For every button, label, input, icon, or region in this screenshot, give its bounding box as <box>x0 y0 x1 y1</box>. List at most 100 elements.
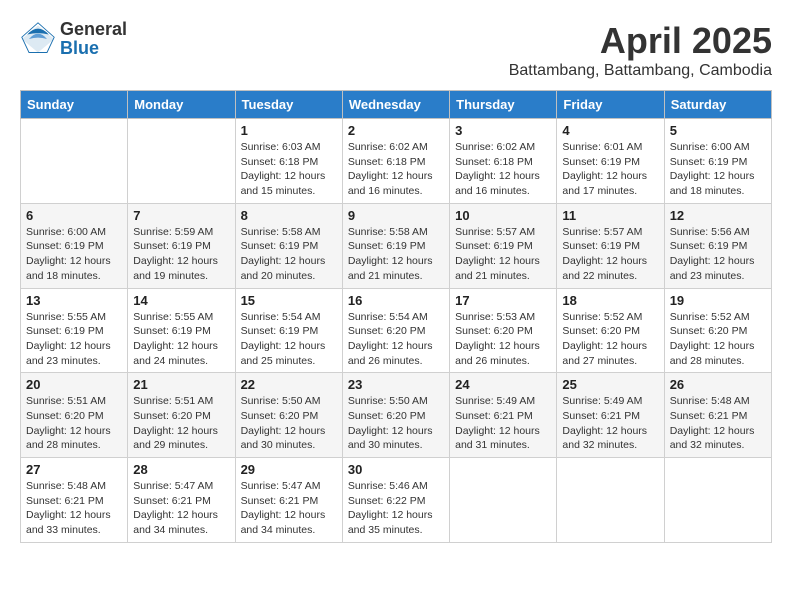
day-info: Sunrise: 5:57 AM Sunset: 6:19 PM Dayligh… <box>455 225 551 284</box>
calendar-day-cell: 10 Sunrise: 5:57 AM Sunset: 6:19 PM Dayli… <box>450 203 557 288</box>
calendar-day-cell: 16 Sunrise: 5:54 AM Sunset: 6:20 PM Dayli… <box>342 288 449 373</box>
day-info: Sunrise: 5:49 AM Sunset: 6:21 PM Dayligh… <box>562 394 658 453</box>
calendar-day-cell: 28 Sunrise: 5:47 AM Sunset: 6:21 PM Dayli… <box>128 458 235 543</box>
day-number: 23 <box>348 377 444 392</box>
day-info: Sunrise: 5:46 AM Sunset: 6:22 PM Dayligh… <box>348 479 444 538</box>
day-of-week-header: Friday <box>557 91 664 119</box>
day-info: Sunrise: 5:47 AM Sunset: 6:21 PM Dayligh… <box>133 479 229 538</box>
calendar-day-cell: 27 Sunrise: 5:48 AM Sunset: 6:21 PM Dayli… <box>21 458 128 543</box>
day-info: Sunrise: 6:00 AM Sunset: 6:19 PM Dayligh… <box>26 225 122 284</box>
calendar-day-cell: 22Sunrise: 5:50 AM Sunset: 6:20 PM Dayli… <box>235 373 342 458</box>
day-info: Sunrise: 5:59 AM Sunset: 6:19 PM Dayligh… <box>133 225 229 284</box>
day-info: Sunrise: 5:52 AM Sunset: 6:20 PM Dayligh… <box>670 310 766 369</box>
day-info: Sunrise: 5:51 AM Sunset: 6:20 PM Dayligh… <box>26 394 122 453</box>
calendar-day-cell: 18 Sunrise: 5:52 AM Sunset: 6:20 PM Dayli… <box>557 288 664 373</box>
logo-blue: Blue <box>60 38 99 58</box>
day-info: Sunrise: 5:55 AM Sunset: 6:19 PM Dayligh… <box>133 310 229 369</box>
calendar-empty-cell <box>21 119 128 204</box>
day-info: Sunrise: 6:02 AM Sunset: 6:18 PM Dayligh… <box>348 140 444 199</box>
day-number: 7 <box>133 208 229 223</box>
day-number: 22 <box>241 377 337 392</box>
calendar-week-row: 6 Sunrise: 6:00 AM Sunset: 6:19 PM Daylig… <box>21 203 772 288</box>
day-info: Sunrise: 5:49 AM Sunset: 6:21 PM Dayligh… <box>455 394 551 453</box>
day-info: Sunrise: 6:00 AM Sunset: 6:19 PM Dayligh… <box>670 140 766 199</box>
calendar-day-cell: 26Sunrise: 5:48 AM Sunset: 6:21 PM Dayli… <box>664 373 771 458</box>
day-number: 10 <box>455 208 551 223</box>
calendar-day-cell: 29 Sunrise: 5:47 AM Sunset: 6:21 PM Dayli… <box>235 458 342 543</box>
calendar-empty-cell <box>664 458 771 543</box>
calendar-day-cell: 15Sunrise: 5:54 AM Sunset: 6:19 PM Dayli… <box>235 288 342 373</box>
day-number: 19 <box>670 293 766 308</box>
calendar-day-cell: 30 Sunrise: 5:46 AM Sunset: 6:22 PM Dayli… <box>342 458 449 543</box>
calendar-day-cell: 2 Sunrise: 6:02 AM Sunset: 6:18 PM Daylig… <box>342 119 449 204</box>
day-info: Sunrise: 5:52 AM Sunset: 6:20 PM Dayligh… <box>562 310 658 369</box>
day-number: 8 <box>241 208 337 223</box>
day-number: 25 <box>562 377 658 392</box>
calendar-empty-cell <box>450 458 557 543</box>
day-number: 21 <box>133 377 229 392</box>
calendar-day-cell: 20 Sunrise: 5:51 AM Sunset: 6:20 PM Dayli… <box>21 373 128 458</box>
day-number: 6 <box>26 208 122 223</box>
day-number: 28 <box>133 462 229 477</box>
calendar-title: April 2025 <box>509 20 772 62</box>
day-number: 26 <box>670 377 766 392</box>
calendar-day-cell: 17 Sunrise: 5:53 AM Sunset: 6:20 PM Dayli… <box>450 288 557 373</box>
day-info: Sunrise: 5:58 AM Sunset: 6:19 PM Dayligh… <box>241 225 337 284</box>
calendar-day-cell: 5Sunrise: 6:00 AM Sunset: 6:19 PM Daylig… <box>664 119 771 204</box>
calendar-week-row: 27 Sunrise: 5:48 AM Sunset: 6:21 PM Dayli… <box>21 458 772 543</box>
day-number: 29 <box>241 462 337 477</box>
day-number: 2 <box>348 123 444 138</box>
calendar-day-cell: 11 Sunrise: 5:57 AM Sunset: 6:19 PM Dayli… <box>557 203 664 288</box>
day-number: 15 <box>241 293 337 308</box>
day-info: Sunrise: 5:53 AM Sunset: 6:20 PM Dayligh… <box>455 310 551 369</box>
calendar-day-cell: 13 Sunrise: 5:55 AM Sunset: 6:19 PM Dayli… <box>21 288 128 373</box>
calendar-day-cell: 4Sunrise: 6:01 AM Sunset: 6:19 PM Daylig… <box>557 119 664 204</box>
calendar-day-cell: 1Sunrise: 6:03 AM Sunset: 6:18 PM Daylig… <box>235 119 342 204</box>
day-of-week-header: Saturday <box>664 91 771 119</box>
calendar-week-row: 20 Sunrise: 5:51 AM Sunset: 6:20 PM Dayli… <box>21 373 772 458</box>
calendar-subtitle: Battambang, Battambang, Cambodia <box>509 62 772 80</box>
day-info: Sunrise: 5:58 AM Sunset: 6:19 PM Dayligh… <box>348 225 444 284</box>
day-number: 12 <box>670 208 766 223</box>
day-info: Sunrise: 5:56 AM Sunset: 6:19 PM Dayligh… <box>670 225 766 284</box>
day-number: 4 <box>562 123 658 138</box>
day-number: 27 <box>26 462 122 477</box>
calendar-day-cell: 6 Sunrise: 6:00 AM Sunset: 6:19 PM Daylig… <box>21 203 128 288</box>
calendar-day-cell: 25 Sunrise: 5:49 AM Sunset: 6:21 PM Dayli… <box>557 373 664 458</box>
day-number: 13 <box>26 293 122 308</box>
day-of-week-header: Tuesday <box>235 91 342 119</box>
logo: General Blue <box>20 20 127 58</box>
calendar-day-cell: 7 Sunrise: 5:59 AM Sunset: 6:19 PM Daylig… <box>128 203 235 288</box>
day-of-week-header: Thursday <box>450 91 557 119</box>
calendar-day-cell: 14Sunrise: 5:55 AM Sunset: 6:19 PM Dayli… <box>128 288 235 373</box>
day-info: Sunrise: 5:48 AM Sunset: 6:21 PM Dayligh… <box>26 479 122 538</box>
day-number: 20 <box>26 377 122 392</box>
calendar-week-row: 1Sunrise: 6:03 AM Sunset: 6:18 PM Daylig… <box>21 119 772 204</box>
calendar-empty-cell <box>128 119 235 204</box>
logo-icon <box>20 21 56 57</box>
day-number: 18 <box>562 293 658 308</box>
calendar-day-cell: 21 Sunrise: 5:51 AM Sunset: 6:20 PM Dayli… <box>128 373 235 458</box>
day-info: Sunrise: 5:55 AM Sunset: 6:19 PM Dayligh… <box>26 310 122 369</box>
day-info: Sunrise: 6:02 AM Sunset: 6:18 PM Dayligh… <box>455 140 551 199</box>
page-header: General Blue April 2025 Battambang, Batt… <box>20 20 772 80</box>
calendar-day-cell: 12 Sunrise: 5:56 AM Sunset: 6:19 PM Dayli… <box>664 203 771 288</box>
day-number: 30 <box>348 462 444 477</box>
logo-general: General <box>60 19 127 39</box>
day-of-week-header: Sunday <box>21 91 128 119</box>
title-block: April 2025 Battambang, Battambang, Cambo… <box>509 20 772 80</box>
calendar-day-cell: 8 Sunrise: 5:58 AM Sunset: 6:19 PM Daylig… <box>235 203 342 288</box>
day-info: Sunrise: 5:54 AM Sunset: 6:20 PM Dayligh… <box>348 310 444 369</box>
day-info: Sunrise: 5:51 AM Sunset: 6:20 PM Dayligh… <box>133 394 229 453</box>
day-of-week-header: Monday <box>128 91 235 119</box>
day-number: 11 <box>562 208 658 223</box>
calendar-empty-cell <box>557 458 664 543</box>
calendar-table: SundayMondayTuesdayWednesdayThursdayFrid… <box>20 90 772 543</box>
day-number: 17 <box>455 293 551 308</box>
calendar-day-cell: 3Sunrise: 6:02 AM Sunset: 6:18 PM Daylig… <box>450 119 557 204</box>
logo-text: General Blue <box>60 20 127 58</box>
day-info: Sunrise: 5:47 AM Sunset: 6:21 PM Dayligh… <box>241 479 337 538</box>
day-info: Sunrise: 5:57 AM Sunset: 6:19 PM Dayligh… <box>562 225 658 284</box>
day-number: 16 <box>348 293 444 308</box>
calendar-day-cell: 23Sunrise: 5:50 AM Sunset: 6:20 PM Dayli… <box>342 373 449 458</box>
